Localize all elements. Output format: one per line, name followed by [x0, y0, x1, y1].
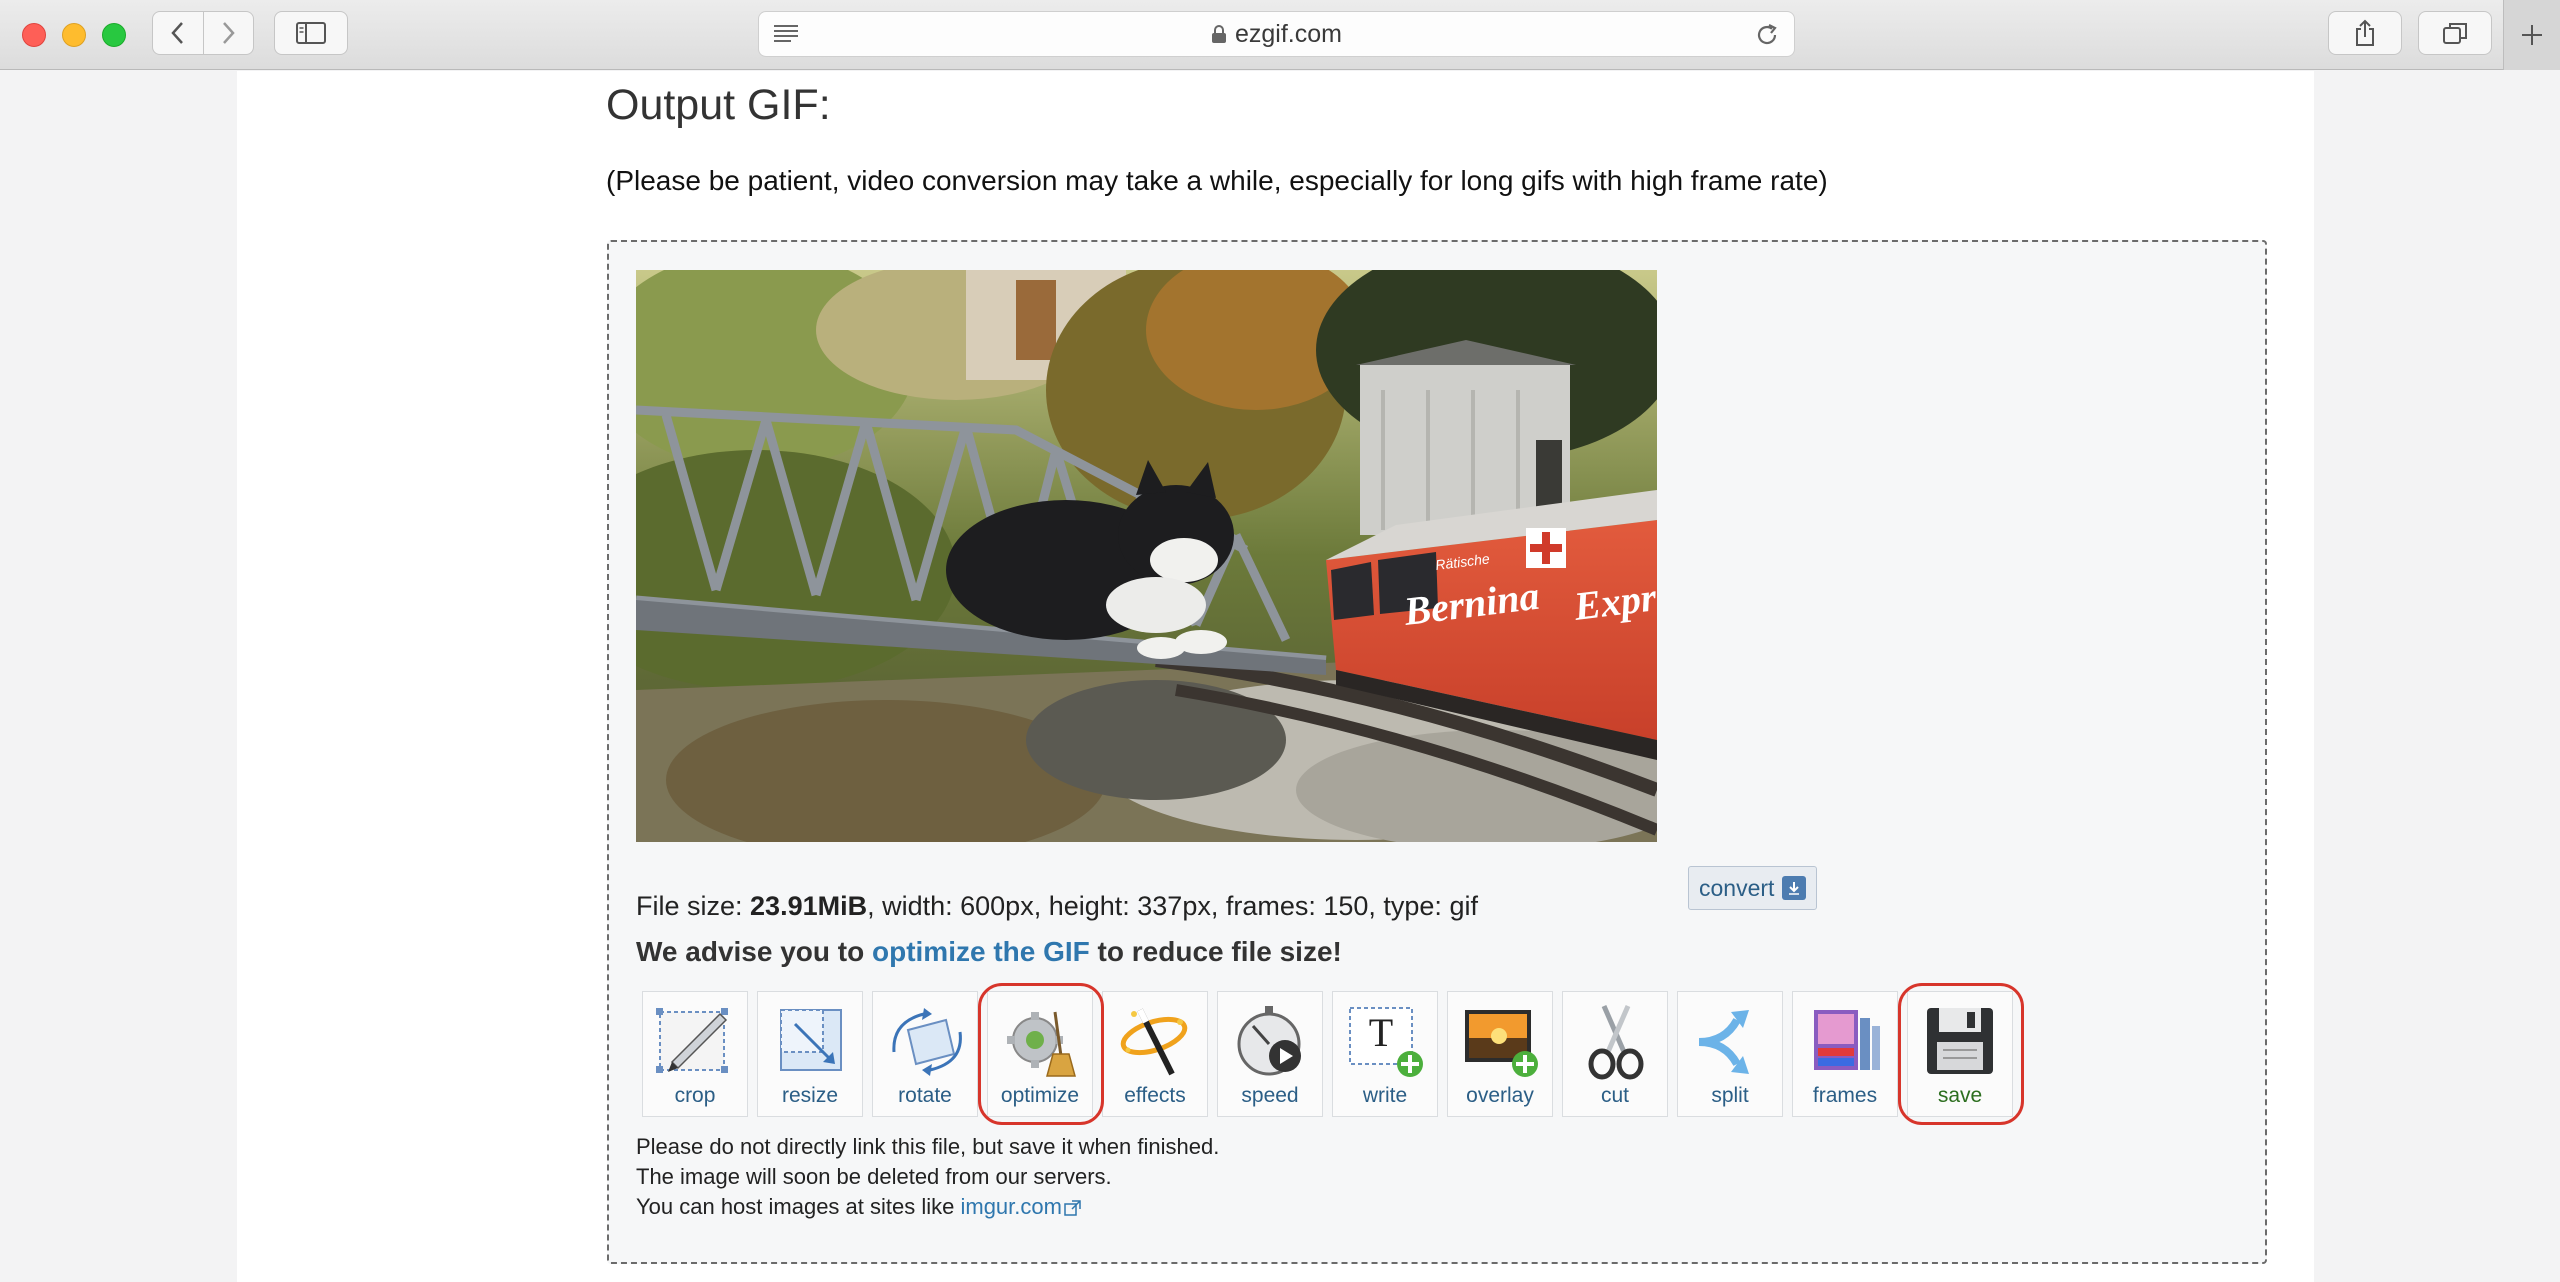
patience-note: (Please be patient, video conversion may…	[606, 165, 1828, 196]
tool-speed-label: speed	[1241, 1084, 1299, 1107]
tool-rotate-label: rotate	[898, 1084, 952, 1107]
reload-icon	[1757, 24, 1777, 45]
tabs-overview-button[interactable]	[2418, 11, 2492, 55]
page-content: Output GIF: (Please be patient, video co…	[237, 71, 2314, 1282]
share-button[interactable]	[2328, 11, 2402, 55]
file-size-value: 23.91MiB	[750, 891, 868, 921]
tool-write-label: write	[1362, 1084, 1408, 1107]
url-text: ezgif.com	[1235, 19, 1342, 48]
advice-before: We advise you to	[636, 936, 872, 967]
sidebar-icon	[296, 22, 326, 44]
speed-icon	[1237, 1006, 1301, 1076]
back-button[interactable]	[153, 12, 203, 54]
notice-line-2: The image will soon be deleted from our …	[636, 1164, 1112, 1189]
frames-icon	[1814, 1010, 1880, 1070]
web-page: Output GIF: (Please be patient, video co…	[0, 71, 2560, 1282]
tool-cut[interactable]: cut	[1562, 991, 1668, 1117]
minimize-window-button[interactable]	[62, 23, 86, 47]
tool-resize-label: resize	[781, 1084, 839, 1107]
output-gif-panel: Bernina Expre Rätische convert File size…	[607, 240, 2267, 1264]
new-tab-button[interactable]	[2503, 0, 2560, 70]
tool-optimize-label: optimize	[1000, 1084, 1080, 1107]
svg-text:T: T	[1369, 1010, 1393, 1055]
forward-button[interactable]	[202, 12, 254, 54]
file-info: File size: 23.91MiB, width: 600px, heigh…	[636, 891, 1478, 922]
tool-cut-label: cut	[1600, 1084, 1629, 1107]
tool-optimize[interactable]: optimize	[987, 991, 1093, 1117]
tool-crop[interactable]: crop	[642, 991, 748, 1117]
tool-save[interactable]: save	[1907, 991, 2013, 1117]
close-window-button[interactable]	[22, 23, 46, 47]
tool-speed[interactable]: speed	[1217, 991, 1323, 1117]
tool-frames[interactable]: frames	[1792, 991, 1898, 1117]
download-arrow-icon	[1782, 876, 1807, 900]
zoom-window-button[interactable]	[102, 23, 126, 47]
tool-crop-label: crop	[674, 1084, 716, 1107]
file-info-prefix: File size:	[636, 891, 751, 921]
convert-label: convert	[1699, 874, 1775, 901]
tool-effects[interactable]: effects	[1102, 991, 1208, 1117]
optimize-icon	[1007, 1011, 1076, 1077]
hosting-notice: Please do not directly link this file, b…	[636, 1132, 1219, 1222]
save-icon	[1927, 1008, 1993, 1074]
notice-line-3: You can host images at sites like imgur.…	[636, 1192, 1219, 1222]
tool-split-label: split	[1711, 1084, 1749, 1107]
tool-write[interactable]: T write	[1332, 991, 1438, 1117]
overlay-icon	[1465, 1010, 1538, 1077]
imgur-link[interactable]: imgur.com	[960, 1194, 1061, 1219]
lock-icon	[1212, 25, 1226, 43]
resize-icon	[780, 1009, 842, 1071]
optimize-advice: We advise you to optimize the GIF to red…	[636, 936, 1342, 968]
effects-icon	[1120, 1008, 1188, 1076]
tool-frames-label: frames	[1812, 1084, 1878, 1107]
external-link-icon	[1064, 1200, 1081, 1216]
reload-button[interactable]	[1754, 22, 1780, 53]
notice-line-3-text: You can host images at sites like	[636, 1194, 961, 1219]
plus-icon	[2522, 25, 2542, 45]
tool-overlay[interactable]: overlay	[1447, 991, 1553, 1117]
sidebar-button[interactable]	[274, 11, 348, 55]
cut-icon	[1588, 1005, 1644, 1080]
crop-icon	[656, 1008, 728, 1073]
chevron-right-icon	[223, 22, 235, 44]
tabs-icon	[2443, 23, 2467, 44]
address-bar[interactable]: ezgif.com	[758, 11, 1795, 57]
rotate-icon	[892, 1008, 962, 1076]
share-icon	[2356, 19, 2374, 46]
convert-button[interactable]: convert	[1688, 866, 1818, 910]
tool-effects-label: effects	[1124, 1084, 1186, 1107]
page-title: Output GIF:	[606, 81, 831, 129]
advice-after: to reduce file size!	[1089, 936, 1342, 967]
split-icon	[1698, 1010, 1749, 1074]
tool-resize[interactable]: resize	[757, 991, 863, 1117]
navigation-buttons	[152, 11, 254, 55]
browser-toolbar: ezgif.com	[0, 0, 2560, 70]
chevron-left-icon	[171, 22, 183, 44]
tool-split[interactable]: split	[1677, 991, 1783, 1117]
tool-rotate[interactable]: rotate	[872, 991, 978, 1117]
file-info-details: , width: 600px, height: 337px, frames: 1…	[867, 891, 1478, 921]
tool-save-label: save	[1937, 1084, 1983, 1107]
optimize-gif-link[interactable]: optimize the GIF	[872, 936, 1090, 967]
write-icon: T	[1349, 1007, 1423, 1077]
output-gif-image[interactable]: Bernina Expre Rätische	[636, 270, 1657, 842]
notice-line-1: Please do not directly link this file, b…	[636, 1134, 1220, 1159]
tool-overlay-label: overlay	[1466, 1084, 1534, 1107]
